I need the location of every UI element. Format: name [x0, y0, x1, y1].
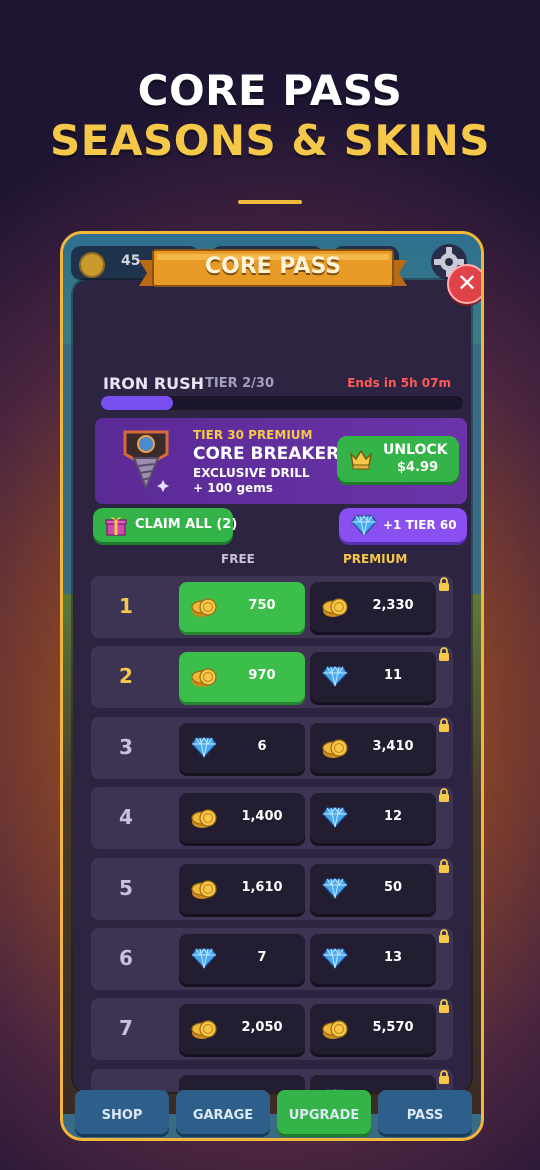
coin-icon — [191, 1017, 217, 1041]
reward-amount: 11 — [383, 668, 403, 684]
reward-amount: 6 — [257, 738, 267, 754]
bottom-tab-bar: SHOP GARAGE UPGRADE PASS — [63, 1090, 481, 1138]
tier-number: 4 — [119, 805, 133, 830]
tier-number: 2 — [119, 664, 133, 689]
headline-title: CORE PASS — [137, 66, 403, 115]
premium-reward-cell[interactable]: 50 — [310, 863, 436, 914]
gem-icon — [322, 806, 348, 830]
reward-row: 3 6 3,410 — [91, 716, 453, 779]
reward-amount: 750 — [248, 598, 276, 613]
gem-icon — [191, 947, 217, 971]
lock-icon — [437, 576, 451, 591]
close-icon: ✕ — [456, 269, 478, 297]
free-reward-cell[interactable]: 1,400 — [179, 793, 305, 844]
coin-icon — [322, 736, 348, 760]
lock-icon — [437, 646, 451, 662]
premium-reward-cell[interactable]: 2,330 — [310, 582, 436, 632]
coin-icon — [79, 252, 105, 278]
core-pass-panel: IRON RUSH TIER 2/30 Ends in 5h 07m TIER … — [73, 280, 471, 1092]
reward-amount: 1,610 — [241, 879, 283, 895]
coin-count: 45 — [121, 253, 141, 269]
free-reward-cell[interactable]: 750 — [179, 582, 305, 632]
tier-number: 5 — [119, 875, 133, 900]
tab-garage[interactable]: GARAGE — [176, 1090, 270, 1134]
tier-number: 3 — [119, 734, 133, 759]
premium-reward-cell[interactable]: 13 — [310, 934, 436, 984]
free-reward-cell[interactable]: 2,050 — [179, 1004, 305, 1055]
headline-subtitle: SEASONS & SKINS — [50, 116, 490, 165]
reward-row: 5 1,610 50 — [91, 857, 453, 920]
pass-title: CORE PASS — [204, 254, 342, 279]
tab-label: UPGRADE — [288, 1108, 360, 1123]
reward-amount: 7 — [257, 950, 267, 965]
lock-icon — [437, 787, 451, 803]
lock-icon — [437, 928, 451, 943]
gem-icon — [322, 947, 348, 971]
reward-row: 82,26014 — [91, 1068, 453, 1092]
premium-reward-cell[interactable]: 5,570 — [310, 1004, 436, 1055]
reward-amount: 12 — [383, 809, 403, 825]
free-reward-cell[interactable]: 970 — [179, 652, 305, 703]
free-reward-cell[interactable]: 1,610 — [179, 863, 305, 914]
free-reward-cell[interactable]: 7 — [179, 934, 305, 984]
tab-label: SHOP — [101, 1108, 143, 1123]
premium-reward-cell[interactable]: 11 — [310, 652, 436, 703]
reward-amount: 2,050 — [241, 1020, 283, 1036]
reward-row: 6 7 13 — [91, 928, 453, 990]
reward-amount: 5,570 — [372, 1020, 414, 1036]
tier-number: 1 — [119, 594, 133, 618]
free-reward-cell[interactable]: 6 — [179, 722, 305, 773]
coin-icon — [191, 595, 217, 619]
coin-icon — [322, 595, 348, 619]
reward-amount: 3,410 — [372, 738, 414, 754]
tier-number: 7 — [119, 1016, 133, 1041]
premium-reward-cell[interactable]: 12 — [310, 793, 436, 844]
tab-pass[interactable]: PASS — [378, 1090, 472, 1134]
reward-amount: 2,330 — [372, 598, 414, 613]
coin-icon — [191, 806, 217, 830]
phone-frame: 45 IRON RUSH TIER 2/30 Ends in 5h 07m TI… — [60, 231, 484, 1141]
reward-row: 1 750 2,330 — [91, 576, 453, 638]
lock-icon — [437, 858, 451, 873]
tab-label: PASS — [406, 1108, 444, 1123]
lock-icon — [437, 998, 451, 1014]
reward-amount: 1,400 — [241, 809, 283, 825]
reward-row: 2 970 11 — [91, 646, 453, 709]
lock-icon — [437, 717, 451, 732]
reward-row: 4 1,400 12 — [91, 787, 453, 850]
tab-upgrade[interactable]: UPGRADE — [277, 1090, 371, 1134]
tab-label: GARAGE — [192, 1108, 254, 1123]
premium-reward-cell[interactable]: 3,410 — [310, 722, 436, 773]
tab-shop[interactable]: SHOP — [75, 1090, 169, 1134]
coin-icon — [191, 877, 217, 901]
coin-icon — [322, 1017, 348, 1041]
reward-amount: 970 — [248, 668, 276, 684]
coin-icon — [191, 665, 217, 689]
close-button[interactable]: ✕ — [447, 264, 481, 304]
reward-amount: 50 — [383, 879, 403, 895]
reward-amount: 13 — [383, 950, 403, 965]
tier-number: 6 — [119, 946, 133, 970]
gem-icon — [191, 736, 217, 760]
gem-icon — [322, 877, 348, 901]
lock-icon — [437, 1069, 451, 1084]
reward-row: 7 2,050 5,570 — [91, 998, 453, 1061]
gem-icon — [322, 665, 348, 689]
divider — [238, 200, 302, 204]
reward-track: 1 750 2,330 2 970 11 3 6 3,410 4 1,400 12 5 1,610 50 6 7… — [73, 280, 471, 1092]
